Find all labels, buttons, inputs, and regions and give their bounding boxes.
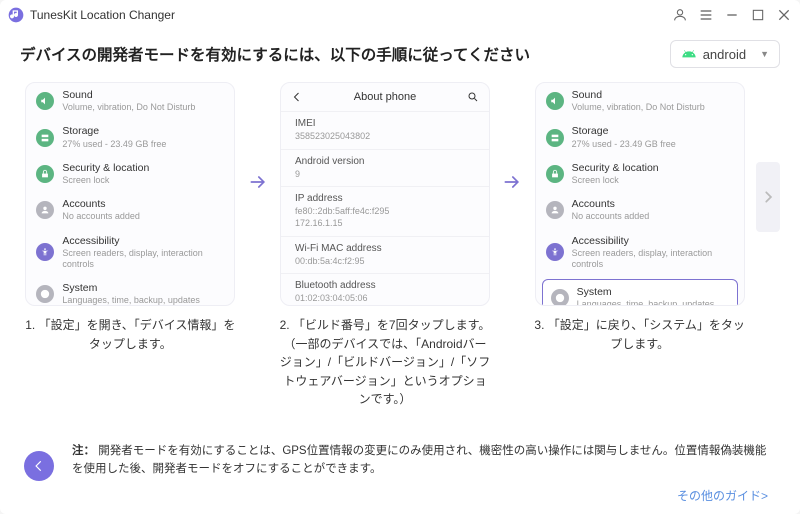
app-window: TunesKit Location Changer デバイスの開発者モードを有効… (0, 0, 800, 514)
account-icon[interactable] (672, 7, 688, 23)
chevron-right-icon (761, 190, 775, 204)
app-logo-icon (8, 7, 24, 23)
accessibility-icon (40, 247, 50, 257)
accessibility-icon (550, 247, 560, 257)
settings-preview-1: SoundVolume, vibration, Do Not Disturb S… (25, 82, 235, 306)
arrow-right-icon (502, 172, 522, 192)
android-icon (681, 46, 697, 62)
settings-preview-3: SoundVolume, vibration, Do Not Disturb S… (535, 82, 745, 306)
sound-icon (550, 96, 560, 106)
step-1: SoundVolume, vibration, Do Not Disturb S… (20, 82, 241, 353)
lock-icon (550, 169, 560, 179)
platform-label: android (703, 47, 746, 62)
info-icon (555, 293, 565, 303)
app-title: TunesKit Location Changer (8, 7, 175, 23)
accounts-icon (40, 205, 50, 215)
back-arrow-icon[interactable] (291, 91, 303, 103)
menu-icon[interactable] (698, 7, 714, 23)
chevron-down-icon: ▼ (760, 49, 769, 59)
lock-icon (40, 169, 50, 179)
titlebar: TunesKit Location Changer (0, 0, 800, 30)
arrow-2 (501, 82, 523, 192)
page-heading: デバイスの開発者モードを有効にするには、以下の手順に従ってください (20, 43, 530, 65)
maximize-icon[interactable] (750, 7, 766, 23)
search-icon[interactable] (467, 91, 479, 103)
sound-icon (40, 96, 50, 106)
info-icon (40, 289, 50, 299)
step-2: About phone IMEI358523025043802 Android … (275, 82, 496, 409)
note-label: 注： (72, 445, 95, 457)
step-3-caption: 3. 「設定」に戻り、「システム」をタップします。 (529, 316, 750, 353)
storage-icon (550, 133, 560, 143)
back-button[interactable] (24, 451, 54, 481)
arrow-right-icon (248, 172, 268, 192)
storage-icon (40, 133, 50, 143)
minimize-icon[interactable] (724, 7, 740, 23)
close-icon[interactable] (776, 7, 792, 23)
system-item[interactable]: SystemLanguages, time, backup, updates (542, 279, 738, 306)
step-2-caption: 2. 「ビルド番号」を7回タップします。（一部のデバイスでは、「Androidバ… (275, 316, 496, 409)
step-3: SoundVolume, vibration, Do Not Disturb S… (529, 82, 750, 353)
footer-note: 注： 開発者モードを有効にすることは、GPS位置情報の変更にのみ使用され、機密性… (20, 433, 780, 487)
step-1-caption: 1. 「設定」を開き、「デバイス情報」をタップします。 (20, 316, 241, 353)
note-text: 開発者モードを有効にすることは、GPS位置情報の変更にのみ使用され、機密性の高い… (72, 445, 766, 475)
about-phone-preview: About phone IMEI358523025043802 Android … (280, 82, 490, 306)
next-page-arrow[interactable] (756, 82, 780, 232)
platform-selector[interactable]: android ▼ (670, 40, 780, 68)
accounts-icon (550, 205, 560, 215)
app-title-text: TunesKit Location Changer (30, 8, 175, 22)
more-guides-link[interactable]: その他のガイド> (20, 487, 780, 514)
about-phone-title: About phone (354, 91, 416, 103)
arrow-1 (247, 82, 269, 192)
